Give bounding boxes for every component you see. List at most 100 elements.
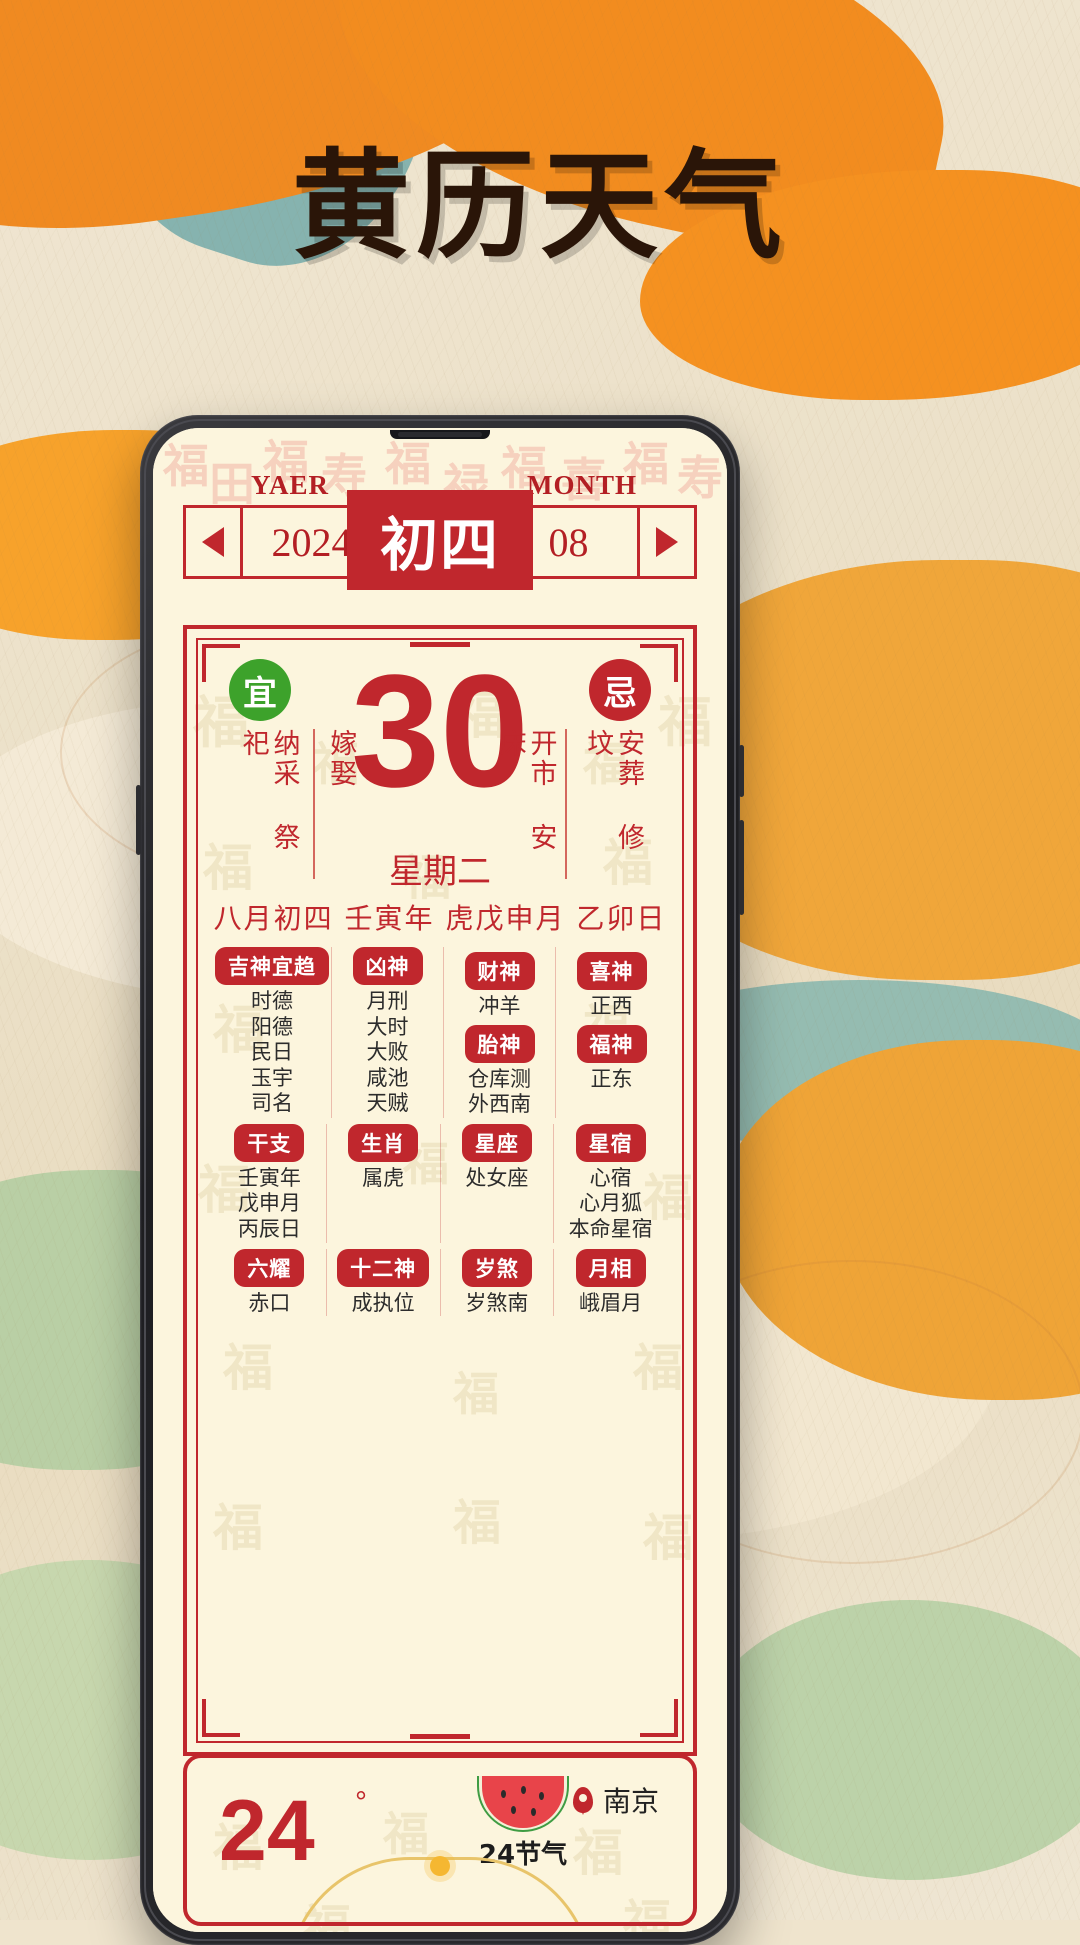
info-value: 冲羊: [478, 994, 521, 1018]
info-value: 正东: [590, 1066, 633, 1091]
info-cell-values: 赤口: [215, 1291, 324, 1317]
info-cell[interactable]: 喜神 正西 福神 正东: [555, 947, 667, 1118]
info-cell[interactable]: 月相 峨眉月: [553, 1248, 667, 1317]
phone-notch: [390, 430, 490, 439]
info-cell-title: 干支: [234, 1123, 305, 1162]
almanac-info-grid: 吉神宜趋 时德 阳德 民日 玉宇 司名 凶神 月刑 大时 大败 咸池 天贼 财神 冲羊 胎神 仓库测 外西南 喜神…: [213, 947, 667, 1738]
info-cell-title: 十二神: [337, 1248, 430, 1287]
ji-text-columns: 开市 安床 安葬 修坟: [484, 729, 653, 879]
ji-badge[interactable]: 忌: [589, 659, 651, 721]
info-cell[interactable]: 生肖 属虎: [325, 1123, 440, 1243]
yi-column-1: 嫁娶: [312, 729, 366, 879]
degree-symbol: °: [355, 1786, 367, 1819]
bg-orange-shape-6: [720, 1040, 1080, 1400]
prev-date-button[interactable]: [186, 508, 243, 576]
poster-title: 黄历天气: [291, 137, 788, 275]
sun-dot-icon: [430, 1856, 450, 1876]
info-value: 咸池: [366, 1065, 409, 1090]
info-cell-title: 吉神宜趋: [215, 947, 329, 985]
phone-left-button[interactable]: [136, 785, 141, 855]
info-cell-values: 峨眉月: [556, 1291, 665, 1317]
right-triangle-icon: [656, 527, 678, 557]
city-row[interactable]: 南京: [572, 1780, 659, 1820]
next-date-button[interactable]: [637, 508, 694, 576]
info-cell[interactable]: 吉神宜趋时德 阳德 民日 玉宇 司名: [213, 947, 331, 1118]
info-value: 属虎: [362, 1165, 405, 1190]
info-cell-title: 凶神: [352, 947, 423, 985]
lunar-day-text: 初四: [379, 511, 500, 579]
phone-screen: 福田 福寿 福禄 福喜 福寿 福 福 福 福 福 福 福 福 福 福 福 福 福…: [153, 428, 727, 1932]
info-cell-values: 属虎: [329, 1166, 438, 1192]
info-cell-values: 月刑 大时 大败 咸池 天贼: [334, 989, 441, 1117]
info-value: 岁煞南: [465, 1290, 529, 1315]
info-value: 戊申月: [237, 1191, 301, 1216]
info-cell-title: 星座: [461, 1123, 532, 1162]
info-value: 天贼: [366, 1091, 409, 1116]
info-cell[interactable]: 财神 冲羊 胎神 仓库测 外西南: [443, 947, 555, 1118]
left-triangle-icon: [202, 527, 224, 557]
info-cell-title: 岁煞: [461, 1248, 532, 1287]
info-value: 大败: [366, 1040, 409, 1065]
info-cell-title: 喜神: [576, 952, 647, 990]
month-label: MONTH: [527, 470, 637, 500]
info-cell-values: 岁煞南: [443, 1291, 552, 1317]
info-cell[interactable]: 十二神 成执位: [325, 1248, 440, 1317]
yi-badge-label: 宜: [243, 673, 277, 714]
info-cell[interactable]: 凶神月刑 大时 大败 咸池 天贼: [331, 947, 443, 1118]
info-cell-values: 成执位: [329, 1291, 438, 1317]
info-cell[interactable]: 岁煞 岁煞南: [439, 1248, 554, 1317]
phone-side-button-volume[interactable]: [739, 820, 744, 915]
date-header: YAER MONTH 2024 08 初四: [183, 470, 697, 590]
info-value: 本命星宿: [568, 1217, 653, 1242]
info-value: 心宿: [589, 1165, 632, 1190]
info-value: 仓库测: [468, 1066, 531, 1091]
info-cell-title: 财神: [464, 952, 535, 990]
info-value: 丙辰日: [237, 1217, 301, 1242]
info-cell[interactable]: 星宿心宿 心月狐 本命星宿: [553, 1123, 667, 1243]
info-cell-title: 六耀: [234, 1248, 305, 1287]
info-value: 心月狐: [579, 1191, 643, 1216]
info-value: 阳德: [251, 1014, 293, 1039]
city-name: 南京: [602, 1785, 659, 1818]
info-cell-values: 壬寅年 戊申月 丙辰日: [215, 1166, 324, 1243]
temperature-value: 24: [219, 1783, 315, 1879]
bg-green-shape-3: [700, 1600, 1080, 1880]
info-cell-values-secondary: 正东: [558, 1067, 665, 1093]
info-cell-values: 心宿 心月狐 本命星宿: [556, 1166, 665, 1243]
info-cell[interactable]: 干支壬寅年 戊申月 丙辰日: [213, 1123, 326, 1243]
info-value: 处女座: [465, 1165, 529, 1190]
location-pin-icon: [572, 1787, 593, 1815]
ji-badge-label: 忌: [603, 673, 637, 714]
info-value: 赤口: [248, 1290, 291, 1315]
info-cell-title: 月相: [575, 1248, 646, 1287]
yi-badge[interactable]: 宜: [229, 659, 291, 721]
info-cell[interactable]: 六耀 赤口: [213, 1248, 326, 1317]
info-value: 大时: [366, 1014, 409, 1039]
info-cell-values: 处女座: [443, 1166, 552, 1192]
phone-side-button-power[interactable]: [739, 745, 744, 797]
info-cell-title: 星宿: [575, 1123, 646, 1162]
weather-panel[interactable]: 24 ° 24节气 南京: [183, 1754, 697, 1926]
info-cell[interactable]: 星座 处女座: [439, 1123, 554, 1243]
year-label: YAER: [251, 470, 330, 500]
phone-mockup: 福田 福寿 福禄 福喜 福寿 福 福 福 福 福 福 福 福 福 福 福 福 福…: [136, 415, 744, 1945]
ji-column-2: 安葬 修坟: [582, 729, 644, 853]
info-value: 玉宇: [251, 1065, 293, 1090]
info-cell-values: 冲羊: [446, 994, 553, 1020]
info-cell-values: 正西: [558, 994, 665, 1020]
info-cell-title: 生肖: [348, 1123, 419, 1162]
info-value: 成执位: [351, 1290, 415, 1315]
yi-text-columns: 嫁娶 纳采 祭祀: [227, 729, 365, 879]
info-value: 司名: [251, 1091, 293, 1116]
info-cell-title-secondary: 福神: [576, 1024, 647, 1063]
almanac-card: 宜 忌 嫁娶 纳采 祭祀 开市 安床 安葬 修坟 30 星期二 八月初四 壬寅年…: [183, 625, 697, 1756]
watermelon-icon: [477, 1776, 569, 1832]
info-row: 六耀 赤口 十二神 成执位 岁煞 岁煞南 月相 峨眉月: [213, 1248, 667, 1317]
info-value: 峨眉月: [579, 1290, 643, 1315]
info-value: 月刑: [366, 989, 409, 1013]
ji-column-1: 开市 安床: [484, 729, 568, 879]
info-value: 民日: [251, 1040, 293, 1065]
yi-column-2: 纳采 祭祀: [237, 729, 300, 853]
lunar-day-box[interactable]: 初四: [347, 490, 533, 590]
info-cell-values: 时德 阳德 民日 玉宇 司名: [215, 989, 329, 1117]
